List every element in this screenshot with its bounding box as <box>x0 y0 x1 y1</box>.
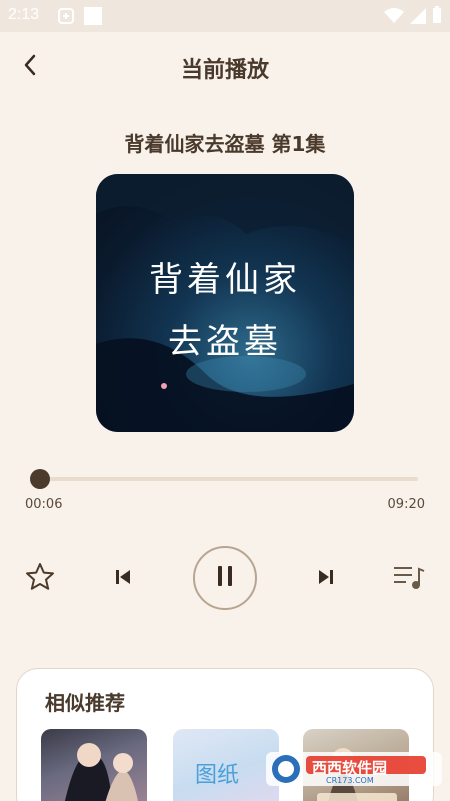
episode-title: 背着仙家去盗墓 第1集 <box>124 132 326 156</box>
recommend-item[interactable] <box>41 729 147 801</box>
total-time: 09:20 <box>387 497 425 512</box>
pause-button[interactable] <box>193 546 257 610</box>
screen-square-icon <box>84 7 102 29</box>
watermark-text: 西西软件园 <box>312 759 388 777</box>
progress-bar[interactable] <box>36 477 418 481</box>
current-time: 00:06 <box>25 497 63 512</box>
progress-thumb[interactable] <box>30 469 51 489</box>
album-cover: 背着仙家 去盗墓 <box>96 174 354 432</box>
skip-next-icon <box>316 567 336 591</box>
battery-status-icon <box>432 6 442 28</box>
wifi-status-icon <box>384 8 404 28</box>
status-bar-content: 2:13 <box>0 0 450 32</box>
top-bar: 当前播放 <box>0 40 450 90</box>
status-time-label: 2:13 <box>8 6 40 23</box>
favorite-button[interactable] <box>22 562 58 596</box>
watermark-logo: 西西软件园 CR173.COM <box>264 748 444 792</box>
playlist-button[interactable] <box>390 562 428 596</box>
star-icon <box>24 561 56 597</box>
cover-title-line1: 背着仙家 <box>149 260 301 300</box>
cover-art <box>96 174 354 432</box>
recommend-item-title: 图纸 <box>195 763 240 788</box>
page-title: 当前播放 <box>180 58 269 83</box>
next-button[interactable] <box>313 566 339 592</box>
app-notification-icon <box>58 8 74 28</box>
pause-icon <box>215 564 235 592</box>
previous-button[interactable] <box>110 566 136 592</box>
playlist-icon <box>392 562 426 596</box>
watermark-subtext: CR173.COM <box>326 776 374 785</box>
skip-previous-icon <box>113 567 133 591</box>
cell-signal-icon <box>410 8 426 28</box>
cover-title-line2: 去盗墓 <box>168 322 282 362</box>
recommend-cover-1 <box>64 743 138 801</box>
recommend-title: 相似推荐 <box>45 691 125 715</box>
